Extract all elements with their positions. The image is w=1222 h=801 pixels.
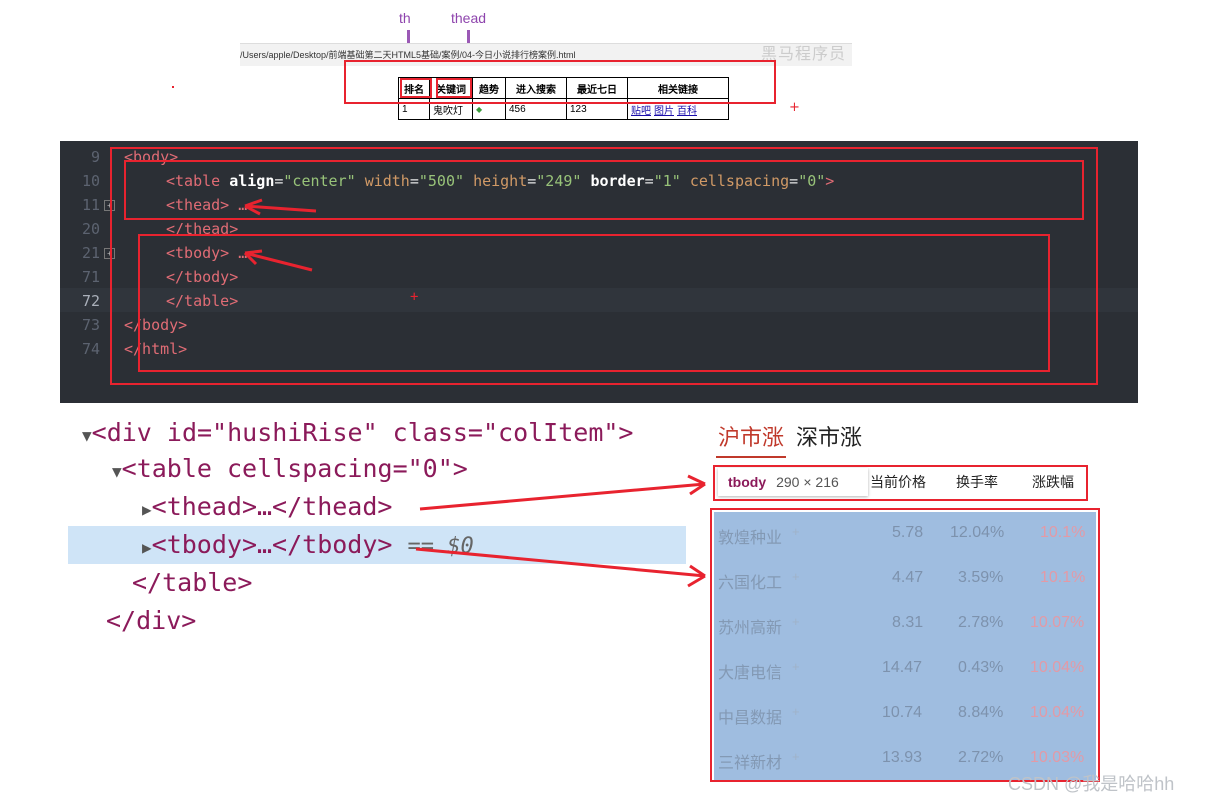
tab-sz-rise[interactable]: 深市涨: [796, 425, 862, 450]
dom-node-table-close[interactable]: </table>: [132, 568, 252, 597]
link-images[interactable]: 图片: [654, 106, 674, 117]
devtools-elements-panel: ▼<div id="hushiRise" class="colItem"> ▼<…: [68, 412, 688, 640]
tab-sh-rise[interactable]: 沪市涨: [718, 425, 784, 450]
table-open-tag: <table cellspacing="0">: [121, 454, 468, 483]
line-number: 71: [81, 268, 100, 286]
line-number: 73: [81, 316, 100, 334]
thead-stock-highlight-box: [713, 465, 1088, 501]
dom-node-div[interactable]: ▼<div id="hushiRise" class="colItem">: [82, 418, 634, 447]
th-keyword-highlight-box: [436, 78, 472, 98]
dom-node-table[interactable]: ▼<table cellspacing="0">: [112, 454, 468, 483]
tbody-stock-highlight-box: [710, 508, 1100, 782]
csdn-watermark: CSDN @我是哈哈hh: [1008, 774, 1175, 794]
table-thead-highlight-box: [124, 160, 1084, 220]
line-number: 20: [81, 220, 100, 238]
thead-annotation-label: thead: [451, 10, 487, 26]
dom-node-div-close[interactable]: </div>: [106, 606, 196, 635]
cursor-plus-icon: +: [789, 100, 800, 115]
active-tab-underline: [716, 456, 786, 458]
line-number: 9: [90, 148, 100, 166]
link-tieba[interactable]: 贴吧: [631, 106, 651, 117]
tbody-tag: <tbody>…</tbody>: [151, 530, 393, 559]
th-highlight-box: [400, 78, 432, 98]
dom-node-tbody[interactable]: ▶<tbody>…</tbody> == $0: [142, 530, 474, 559]
market-tabs: 沪市涨 深市涨: [718, 420, 874, 452]
selected-marker: == $0: [407, 534, 474, 559]
line-number: 21: [81, 244, 100, 262]
line-number: 10: [81, 172, 100, 190]
dom-node-thead[interactable]: ▶<thead>…</thead>: [142, 492, 392, 521]
thead-tag: <thead>…</thead>: [151, 492, 393, 521]
line-number: 74: [81, 340, 100, 358]
th-annotation-label: th: [399, 10, 411, 26]
stray-dot: [172, 86, 174, 88]
tbody-highlight-box: [138, 234, 1050, 372]
line-number: 72: [81, 292, 100, 310]
line-number: 11: [81, 196, 100, 214]
file-path: /Users/apple/Desktop/前端基础第二天HTML5基础/案例/0…: [240, 50, 576, 60]
div-open-tag: <div id="hushiRise" class="colItem">: [91, 418, 634, 447]
link-baike[interactable]: 百科: [677, 106, 697, 117]
